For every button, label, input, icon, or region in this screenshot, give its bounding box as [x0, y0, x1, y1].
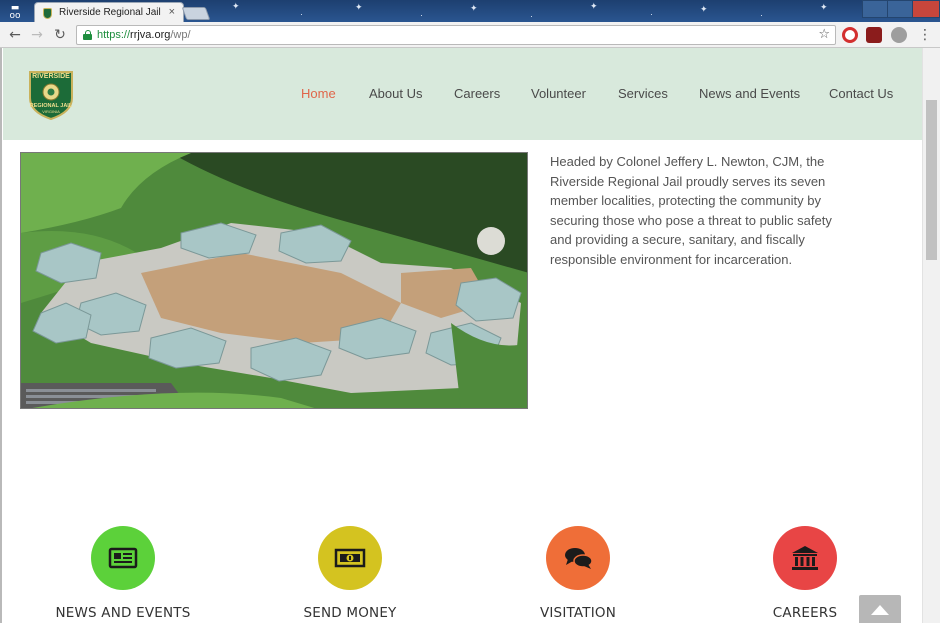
chat-bubbles-icon[interactable] [546, 526, 610, 590]
bank-icon[interactable] [773, 526, 837, 590]
incognito-icon: ▬ oo [9, 3, 21, 21]
feature-label[interactable]: NEWS AND EVENTS [33, 605, 213, 621]
feature-visitation[interactable]: VISITATION [488, 526, 668, 623]
back-icon[interactable]: ← [6, 26, 24, 44]
nav-contact-us[interactable]: Contact Us [829, 86, 893, 101]
window-close-button[interactable] [912, 0, 940, 18]
tab-favicon-icon [43, 8, 52, 19]
browser-tab[interactable]: Riverside Regional Jail × [34, 2, 184, 22]
feature-send-money[interactable]: SEND MONEY [260, 526, 440, 623]
svg-text:VIRGINIA: VIRGINIA [42, 109, 60, 114]
forward-icon[interactable]: → [28, 26, 46, 44]
opera-extension-icon[interactable] [842, 27, 858, 43]
scrollbar-thumb[interactable] [926, 100, 937, 260]
reload-icon[interactable]: ↻ [51, 26, 69, 44]
maximize-button[interactable] [887, 0, 913, 18]
tab-title: Riverside Regional Jail [59, 7, 161, 18]
page-scrollbar[interactable] [922, 48, 940, 623]
feature-label[interactable]: SEND MONEY [260, 605, 440, 621]
aerial-jail-photo [20, 152, 528, 409]
nav-careers[interactable]: Careers [454, 86, 500, 101]
money-icon[interactable] [318, 526, 382, 590]
ghost-extension-icon[interactable] [891, 27, 907, 43]
riverside-logo[interactable]: RIVERSIDE REGIONAL JAIL VIRGINIA [28, 68, 74, 121]
newspaper-icon[interactable] [91, 526, 155, 590]
secure-lock-icon [83, 30, 92, 40]
browser-titlebar: ✦ · ✦ · ✦ · ✦ · ✦ · ✦ ▬ oo Riverside Regi… [0, 0, 940, 22]
url-text[interactable]: https://rrjva.org/wp/ [97, 28, 191, 42]
feature-label[interactable]: VISITATION [488, 605, 668, 621]
nav-home[interactable]: Home [301, 86, 336, 101]
extension-icon[interactable] [866, 27, 882, 43]
minimize-button[interactable] [862, 0, 888, 18]
intro-paragraph: Headed by Colonel Jeffery L. Newton, CJM… [550, 154, 832, 267]
svg-text:RIVERSIDE: RIVERSIDE [32, 73, 70, 80]
address-bar[interactable]: https://rrjva.org/wp/ ☆ [76, 25, 836, 45]
nav-about-us[interactable]: About Us [369, 86, 422, 101]
site-header: RIVERSIDE REGIONAL JAIL VIRGINIA Home Ab… [3, 48, 922, 140]
scroll-to-top-button[interactable] [859, 595, 901, 623]
feature-news-and-events[interactable]: NEWS AND EVENTS [33, 526, 213, 623]
browser-toolbar: ← → ↻ https://rrjva.org/wp/ ☆ ⋮ [0, 22, 940, 48]
nav-volunteer[interactable]: Volunteer [531, 86, 586, 101]
new-tab-button[interactable] [181, 7, 211, 20]
tab-close-icon[interactable]: × [169, 6, 175, 18]
bookmark-star-icon[interactable]: ☆ [818, 27, 830, 42]
browser-menu-icon[interactable]: ⋮ [918, 26, 932, 44]
page-viewport: RIVERSIDE REGIONAL JAIL VIRGINIA Home Ab… [0, 48, 940, 623]
nav-news-and-events[interactable]: News and Events [699, 86, 800, 101]
nav-services[interactable]: Services [618, 86, 668, 101]
page-border [0, 48, 2, 623]
arrow-up-icon [871, 605, 889, 615]
